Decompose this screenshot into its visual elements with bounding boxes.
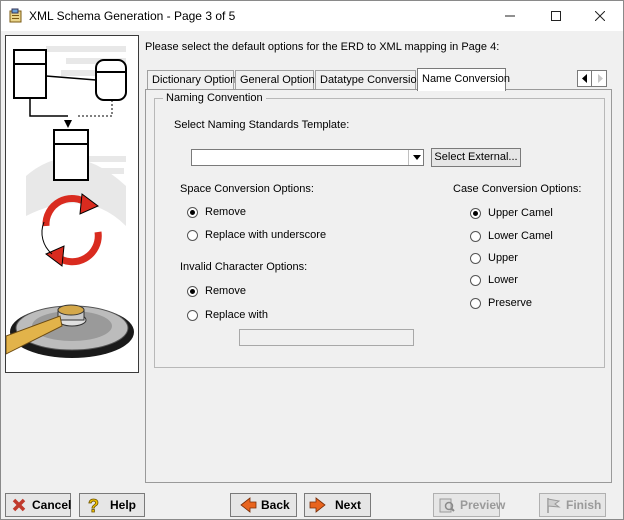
svg-text:?: ? — [88, 496, 99, 514]
erd-cycle-disk-art — [6, 46, 134, 358]
tab-general-options[interactable]: General Options — [235, 70, 320, 90]
preview-icon — [439, 498, 455, 513]
radio-label: Remove — [205, 206, 246, 218]
template-label: Select Naming Standards Template: — [174, 119, 350, 131]
minimize-icon — [505, 15, 515, 17]
naming-convention-title: Naming Convention — [163, 92, 266, 104]
close-icon — [595, 11, 605, 21]
finish-label: Finish — [566, 498, 602, 512]
back-label: Back — [261, 498, 290, 512]
radio-unselected-icon — [470, 275, 481, 286]
radio-label: Upper Camel — [488, 207, 553, 219]
cancel-x-icon — [12, 498, 26, 512]
app-icon — [9, 8, 22, 23]
arrow-left-icon — [240, 497, 257, 513]
radio-selected-icon — [187, 286, 198, 297]
arrow-right-icon — [598, 74, 603, 83]
radio-label: Upper — [488, 252, 518, 264]
naming-convention-group: Naming Convention Select Naming Standard… — [154, 92, 605, 368]
radio-label: Replace with — [205, 309, 268, 321]
cancel-button[interactable]: Cancel — [5, 493, 71, 517]
tab-datatype-conversion[interactable]: Datatype Conversion — [315, 70, 423, 90]
radio-label: Lower — [488, 274, 518, 286]
back-button[interactable]: Back — [230, 493, 297, 517]
invalid-character-label: Invalid Character Options: — [180, 261, 308, 273]
select-external-button[interactable]: Select External... — [431, 148, 521, 167]
wizard-illustration — [5, 35, 139, 373]
preview-label: Preview — [460, 498, 506, 512]
maximize-icon — [551, 11, 561, 21]
help-button[interactable]: ? Help — [79, 493, 145, 517]
preview-button[interactable]: Preview — [433, 493, 505, 517]
space-conversion-label: Space Conversion Options: — [180, 183, 314, 195]
maximize-button[interactable] — [533, 1, 579, 31]
minimize-button[interactable] — [487, 1, 533, 31]
radio-unselected-icon — [470, 298, 481, 309]
radio-selected-icon — [187, 207, 198, 218]
arrow-right-icon — [309, 497, 326, 513]
name-conversion-panel: Naming Convention Select Naming Standard… — [145, 89, 612, 483]
close-button[interactable] — [577, 1, 623, 31]
cancel-label: Cancel — [32, 498, 72, 512]
arrow-left-icon — [582, 74, 587, 83]
radio-label: Lower Camel — [488, 230, 553, 242]
finish-flag-icon — [547, 498, 561, 513]
radio-label: Preserve — [488, 297, 533, 309]
finish-button[interactable]: Finish — [539, 493, 606, 517]
case-conversion-label: Case Conversion Options: — [453, 183, 582, 195]
radio-unselected-icon — [187, 230, 198, 241]
tab-scroll-left-button[interactable] — [578, 71, 592, 86]
tab-scroll-right-button[interactable] — [593, 71, 607, 86]
radio-label: Remove — [205, 285, 246, 297]
radio-selected-icon — [470, 208, 481, 219]
next-button[interactable]: Next — [304, 493, 371, 517]
radio-unselected-icon — [470, 253, 481, 264]
next-label: Next — [335, 498, 362, 512]
window-title: XML Schema Generation - Page 3 of 5 — [29, 9, 236, 23]
title-bar: XML Schema Generation - Page 3 of 5 — [1, 1, 623, 31]
replace-with-input[interactable] — [239, 329, 414, 346]
wizard-window: XML Schema Generation - Page 3 of 5 Plea… — [0, 0, 624, 520]
radio-label: Replace with underscore — [205, 229, 327, 241]
radio-unselected-icon — [187, 310, 198, 321]
instruction-text: Please select the default options for th… — [145, 41, 500, 53]
radio-unselected-icon — [470, 231, 481, 242]
chevron-down-icon[interactable] — [408, 150, 423, 165]
help-label: Help — [110, 498, 137, 512]
help-question-icon: ? — [88, 496, 100, 514]
tab-scroll-buttons — [577, 70, 607, 87]
naming-template-select[interactable] — [191, 149, 424, 166]
tab-name-conversion[interactable]: Name Conversion — [417, 68, 510, 91]
tab-dictionary-options[interactable]: Dictionary Options — [147, 70, 242, 90]
